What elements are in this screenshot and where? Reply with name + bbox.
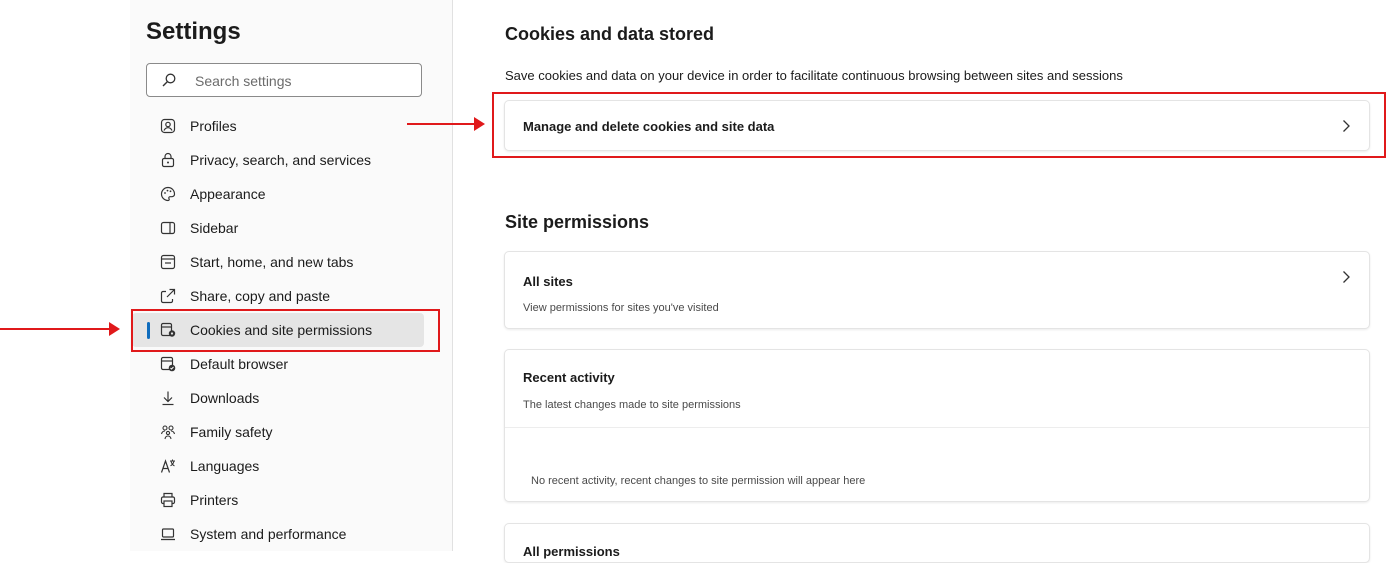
share-icon — [160, 288, 176, 304]
recent-activity-card: Recent activity The latest changes made … — [504, 349, 1370, 502]
sidebar-item-languages[interactable]: Languages — [132, 449, 424, 483]
recent-activity-empty-text: No recent activity, recent changes to si… — [531, 475, 866, 487]
sidebar-item-default-browser[interactable]: Default browser — [132, 347, 424, 381]
search-icon — [162, 73, 176, 87]
active-indicator — [147, 322, 150, 339]
sidebar-item-downloads[interactable]: Downloads — [132, 381, 424, 415]
download-icon — [160, 390, 176, 406]
default-browser-icon — [160, 356, 176, 372]
sidebar-item-start-home[interactable]: Start, home, and new tabs — [132, 245, 424, 279]
sidebar-item-label: Downloads — [190, 390, 260, 406]
sidebar-item-label: Languages — [190, 458, 260, 474]
manage-cookies-card[interactable]: Manage and delete cookies and site data — [504, 100, 1370, 151]
sidebar-item-label: Start, home, and new tabs — [190, 254, 354, 270]
manage-cookies-label: Manage and delete cookies and site data — [523, 119, 775, 134]
cookies-gear-icon — [160, 322, 176, 338]
site-permissions-title: Site permissions — [505, 212, 650, 232]
card-divider — [505, 427, 1369, 428]
annotation-arrow-sidebar — [0, 322, 120, 336]
chevron-right-icon — [1342, 119, 1351, 133]
sidebar-item-label: Sidebar — [190, 220, 239, 236]
laptop-icon — [160, 526, 176, 542]
sidebar-icon — [160, 220, 176, 236]
cookies-section-title: Cookies and data stored — [505, 24, 715, 44]
search-input[interactable]: Search settings — [146, 63, 422, 97]
arrow-head — [109, 322, 120, 336]
palette-icon — [160, 186, 176, 202]
cookies-section-description: Save cookies and data on your device in … — [505, 68, 1123, 83]
sidebar-item-cookies[interactable]: Cookies and site permissions — [132, 313, 424, 347]
all-permissions-title: All permissions — [523, 544, 620, 559]
lock-icon — [160, 152, 176, 168]
recent-activity-title: Recent activity — [523, 370, 615, 385]
sidebar-item-label: System and performance — [190, 526, 347, 542]
sidebar-item-profiles[interactable]: Profiles — [132, 109, 424, 143]
annotation-arrow-main — [407, 117, 485, 131]
settings-title: Settings — [146, 18, 241, 45]
family-icon — [160, 424, 176, 440]
sidebar-item-label: Profiles — [190, 118, 237, 134]
sidebar-item-label: Share, copy and paste — [190, 288, 331, 304]
chevron-right-icon — [1342, 270, 1351, 284]
sidebar-item-privacy[interactable]: Privacy, search, and services — [132, 143, 424, 177]
all-permissions-card[interactable]: All permissions — [504, 523, 1370, 563]
languages-icon — [160, 458, 176, 474]
sidebar-item-appearance[interactable]: Appearance — [132, 177, 424, 211]
sidebar-item-label: Family safety — [190, 424, 273, 440]
sidebar-item-share[interactable]: Share, copy and paste — [132, 279, 424, 313]
sidebar-item-label: Default browser — [190, 356, 289, 372]
all-sites-card[interactable]: All sites View permissions for sites you… — [504, 251, 1370, 329]
all-sites-subtitle: View permissions for sites you've visite… — [523, 302, 719, 314]
all-sites-title: All sites — [523, 274, 573, 289]
recent-activity-subtitle: The latest changes made to site permissi… — [523, 399, 741, 411]
sidebar-item-sidebar[interactable]: Sidebar — [132, 211, 424, 245]
sidebar-item-system[interactable]: System and performance — [132, 517, 424, 551]
sidebar-item-printers[interactable]: Printers — [132, 483, 424, 517]
home-tabs-icon — [160, 254, 176, 270]
arrow-head — [474, 117, 485, 131]
printer-icon — [160, 492, 176, 508]
sidebar-item-label: Printers — [190, 492, 239, 508]
sidebar-item-label: Appearance — [190, 186, 266, 202]
sidebar-item-label: Cookies and site permissions — [190, 322, 373, 338]
profile-icon — [160, 118, 176, 134]
search-placeholder: Search settings — [195, 73, 292, 89]
sidebar-item-family-safety[interactable]: Family safety — [132, 415, 424, 449]
sidebar-item-label: Privacy, search, and services — [190, 152, 372, 168]
